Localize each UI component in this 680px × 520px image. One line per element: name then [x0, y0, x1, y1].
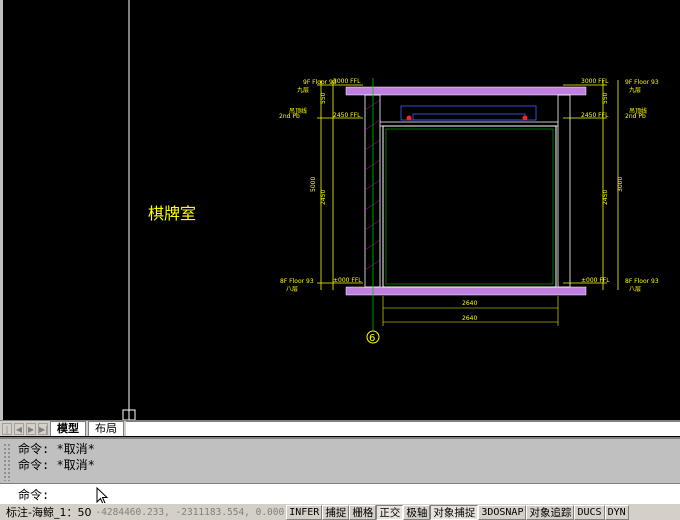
first-tab-button[interactable]: |◀	[2, 422, 12, 446]
elevation-drawing: 9F Floor 93 九层 2nd Pb 吊顶线 8F Floor 93 八层…	[122, 0, 659, 420]
command-history: 命令: *取消* 命令: *取消*	[0, 437, 680, 483]
bottom-dim-1: 2640	[462, 300, 477, 307]
right-dim-1: 550	[602, 92, 609, 104]
annotation-scale[interactable]: 标注-海鲸_1：50	[0, 504, 95, 520]
bottom-dim-2: 2640	[462, 315, 477, 322]
light-fixture-left	[406, 115, 412, 121]
left-dim-1: 550	[320, 92, 327, 104]
drawing-canvas[interactable]: 9F Floor 93 九层 2nd Pb 吊顶线 8F Floor 93 八层…	[0, 0, 680, 420]
tab-bar-filler	[126, 421, 680, 436]
left-mark-3-floor: 8F Floor 93	[280, 278, 314, 285]
right-mark-2-level: 吊顶线	[629, 107, 647, 115]
room-frame	[382, 125, 557, 288]
status-bar: 标注-海鲸_1：50 -4284460.233, -2311183.554, 0…	[0, 503, 680, 520]
toggle-3dosnap[interactable]: 3DOSNAP	[478, 504, 527, 520]
left-mark-3-level: 八层	[286, 286, 298, 293]
next-tab-button[interactable]: ▶	[26, 422, 36, 435]
right-dim-2: 3000	[617, 177, 624, 192]
room-inner	[385, 128, 554, 285]
right-mark-3-level: 八层	[629, 286, 641, 293]
toggle-infer[interactable]: INFER	[286, 504, 323, 520]
left-dim-2: 5000	[310, 177, 317, 192]
left-wall	[364, 94, 381, 288]
left-mark-1-floor: 9F Floor 93	[303, 79, 337, 86]
history-line-1: 命令: *取消*	[18, 442, 95, 456]
elev-label-top-left: 3000 FFL	[333, 78, 361, 85]
cursor-coordinates[interactable]: -4284460.233, -2311183.554, 0.000	[95, 507, 286, 518]
light-fixture-right	[522, 115, 528, 121]
left-mark-2-level: 吊顶线	[289, 107, 307, 115]
layout-tab-bar: |◀ ◀ ▶ ▶| 模型 布局	[0, 420, 680, 446]
right-mark-1-level: 九层	[629, 86, 641, 94]
toggle-snap[interactable]: 捕捉	[322, 504, 350, 520]
axis-label: 6	[369, 333, 375, 344]
bottom-slab	[345, 286, 587, 296]
elev-label-bottom-left: ±000 FFL	[333, 277, 362, 284]
tab-model[interactable]: 模型	[50, 421, 86, 436]
last-tab-button[interactable]: ▶|	[38, 422, 48, 435]
elev-label-mid-right: 2450 FFL	[581, 112, 609, 119]
toggle-ducs[interactable]: DUCS	[574, 504, 605, 520]
top-slab	[345, 86, 587, 96]
right-wall	[557, 94, 571, 288]
tab-layout[interactable]: 布局	[88, 421, 124, 436]
right-mark-1-floor: 9F Floor 93	[625, 79, 659, 86]
command-grip-handle[interactable]	[3, 443, 11, 481]
command-input[interactable]	[66, 485, 666, 502]
toggle-dyn[interactable]: DYN	[604, 504, 629, 520]
elev-label-mid-left: 2450 FFL	[333, 112, 361, 119]
room-name-label: 棋牌室	[148, 204, 197, 223]
toggle-otrack[interactable]: 对象追踪	[526, 504, 575, 520]
right-dim-3: 2450	[602, 190, 609, 205]
elev-label-top-right: 3000 FFL	[581, 78, 609, 85]
toggle-ortho[interactable]: 正交	[376, 504, 404, 520]
toggle-polar[interactable]: 极轴	[403, 504, 431, 520]
history-line-2: 命令: *取消*	[18, 458, 95, 472]
toggle-osnap[interactable]: 对象捕捉	[430, 504, 479, 520]
command-prompt: 命令:	[18, 488, 50, 502]
left-mark-1-level: 九层	[297, 86, 309, 94]
elev-label-bottom-right: ±000 FFL	[581, 277, 610, 284]
toggle-grid[interactable]: 栅格	[349, 504, 377, 520]
left-dim-3: 2450	[320, 190, 327, 205]
right-mark-3-floor: 8F Floor 93	[625, 278, 659, 285]
prev-tab-button[interactable]: ◀	[14, 422, 24, 435]
